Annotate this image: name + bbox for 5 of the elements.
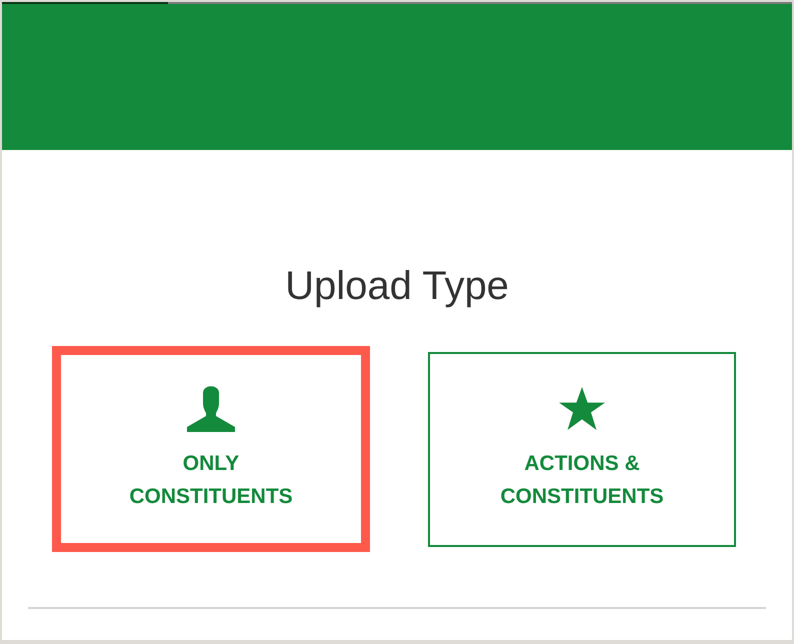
person-icon <box>186 385 236 433</box>
upload-type-option[interactable]: ACTIONS & CONSTITUENTS <box>428 352 736 546</box>
upload-type-option[interactable]: ONLY CONSTITUENTS <box>52 346 370 552</box>
section-title: Upload Type <box>284 263 510 310</box>
star-icon <box>558 387 606 431</box>
